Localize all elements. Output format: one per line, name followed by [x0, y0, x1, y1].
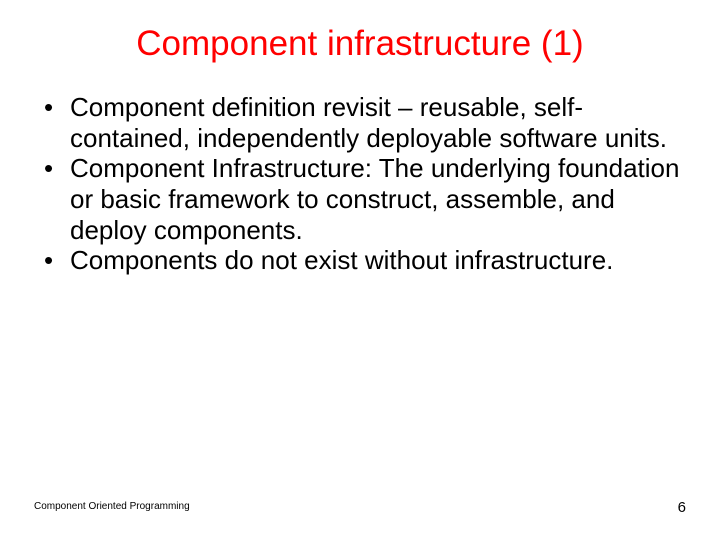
- slide: Component infrastructure (1) Component d…: [0, 0, 720, 540]
- bullet-item: Component Infrastructure: The underlying…: [40, 153, 680, 245]
- bullet-item: Component definition revisit – reusable,…: [40, 92, 680, 153]
- slide-title: Component infrastructure (1): [0, 0, 720, 72]
- page-number: 6: [678, 499, 686, 516]
- bullet-item: Components do not exist without infrastr…: [40, 245, 680, 276]
- footer-text: Component Oriented Programming: [34, 501, 190, 512]
- slide-body: Component definition revisit – reusable,…: [0, 72, 720, 276]
- bullet-list: Component definition revisit – reusable,…: [40, 92, 680, 276]
